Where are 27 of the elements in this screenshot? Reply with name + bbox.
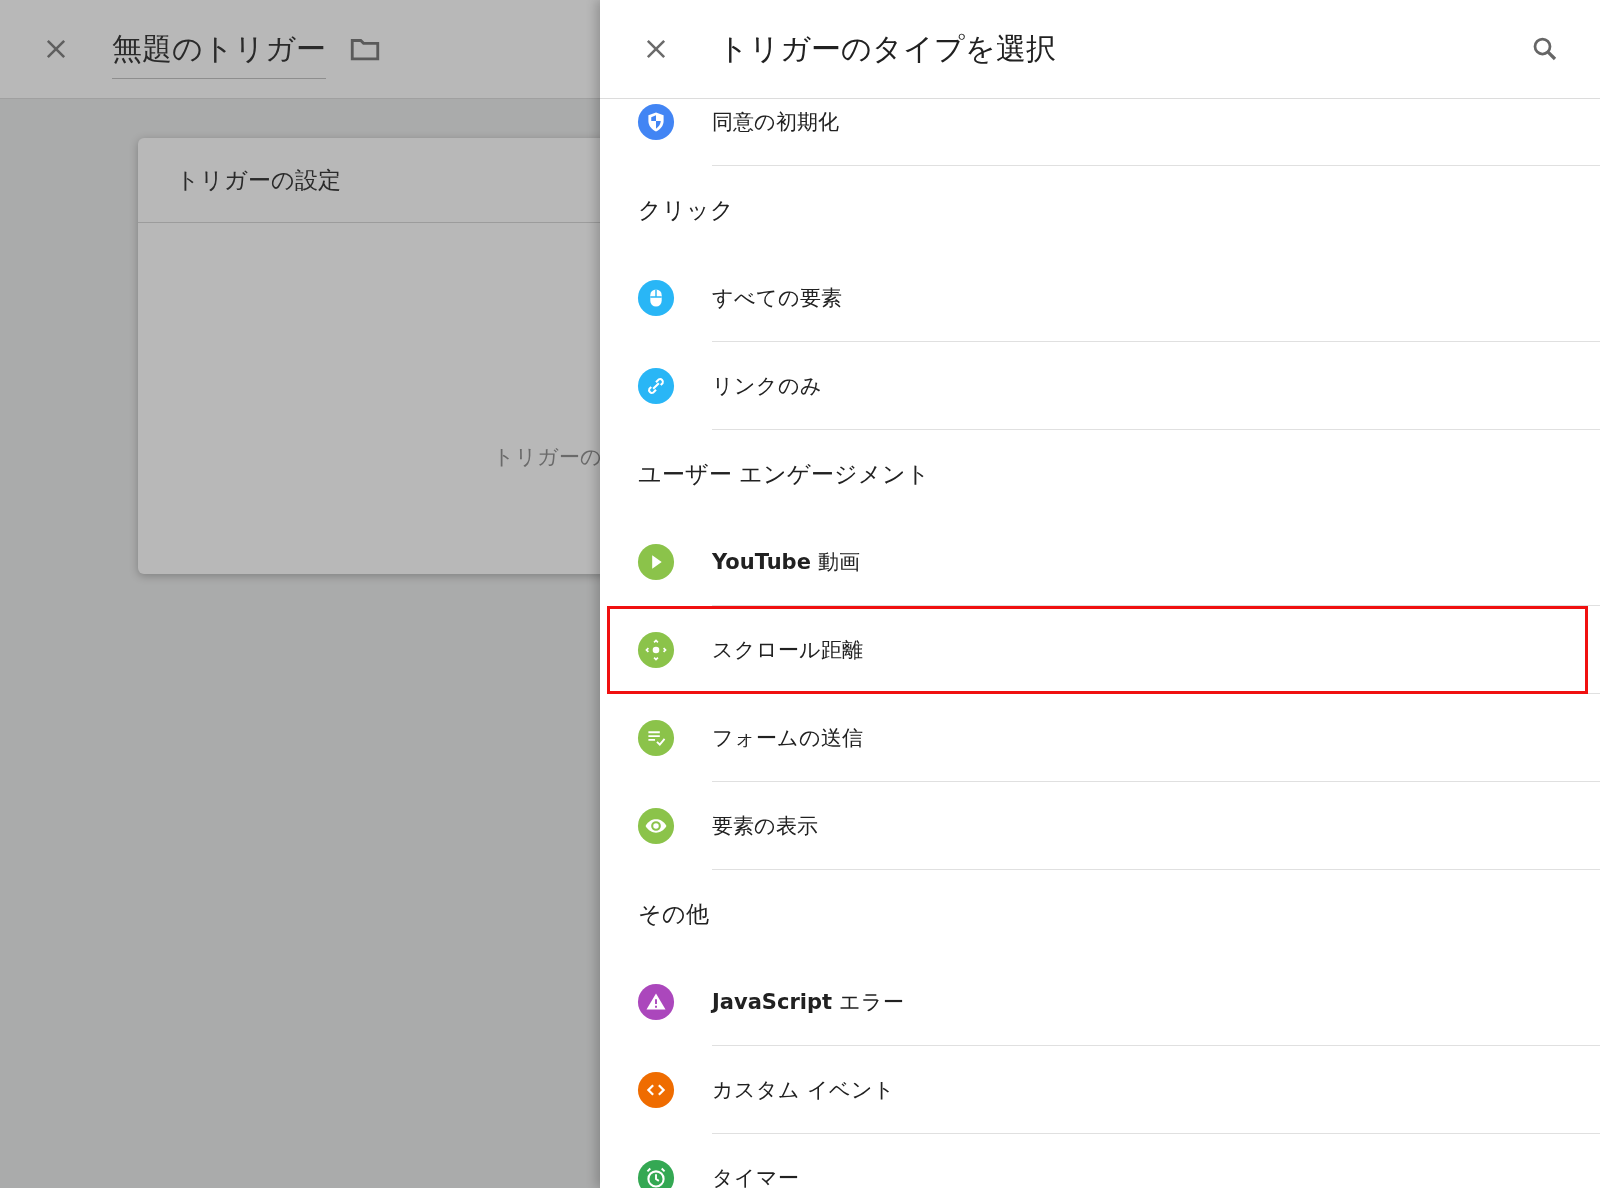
item-label: カスタム イベント xyxy=(712,1076,895,1104)
trigger-type-item[interactable]: タイマー xyxy=(600,1134,1600,1188)
trigger-type-item[interactable]: 要素の表示 xyxy=(600,782,1600,870)
item-label: スクロール距離 xyxy=(712,636,863,664)
item-label: すべての要素 xyxy=(712,284,842,312)
item-label: YouTube 動画 xyxy=(712,548,860,576)
trigger-type-item[interactable]: リンクのみ xyxy=(600,342,1600,430)
trigger-type-item[interactable]: フォームの送信 xyxy=(600,694,1600,782)
trigger-type-item[interactable]: JavaScript エラー xyxy=(600,958,1600,1046)
item-label: JavaScript エラー xyxy=(712,988,904,1016)
trigger-type-item[interactable]: すべての要素 xyxy=(600,254,1600,342)
panel-title: トリガーのタイプを選択 xyxy=(718,29,1057,68)
card-hint-text: トリガーの xyxy=(493,445,600,469)
item-label: リンクのみ xyxy=(712,372,822,400)
trigger-name-field[interactable]: 無題のトリガー xyxy=(112,25,326,79)
item-label: 要素の表示 xyxy=(712,812,818,840)
section-heading: ユーザー エンゲージメント xyxy=(638,459,931,489)
section-heading: クリック xyxy=(638,195,734,225)
section-heading: その他 xyxy=(638,899,709,929)
trigger-type-item[interactable]: YouTube 動画 xyxy=(600,518,1600,606)
item-label: フォームの送信 xyxy=(712,724,863,752)
trigger-type-item[interactable]: 同意の初期化 xyxy=(600,99,1600,166)
item-label: タイマー xyxy=(712,1164,799,1188)
trigger-type-item[interactable]: スクロール距離 xyxy=(600,606,1600,694)
card-title: トリガーの設定 xyxy=(176,165,341,195)
item-label: 同意の初期化 xyxy=(712,108,839,136)
trigger-type-item[interactable]: カスタム イベント xyxy=(600,1046,1600,1134)
